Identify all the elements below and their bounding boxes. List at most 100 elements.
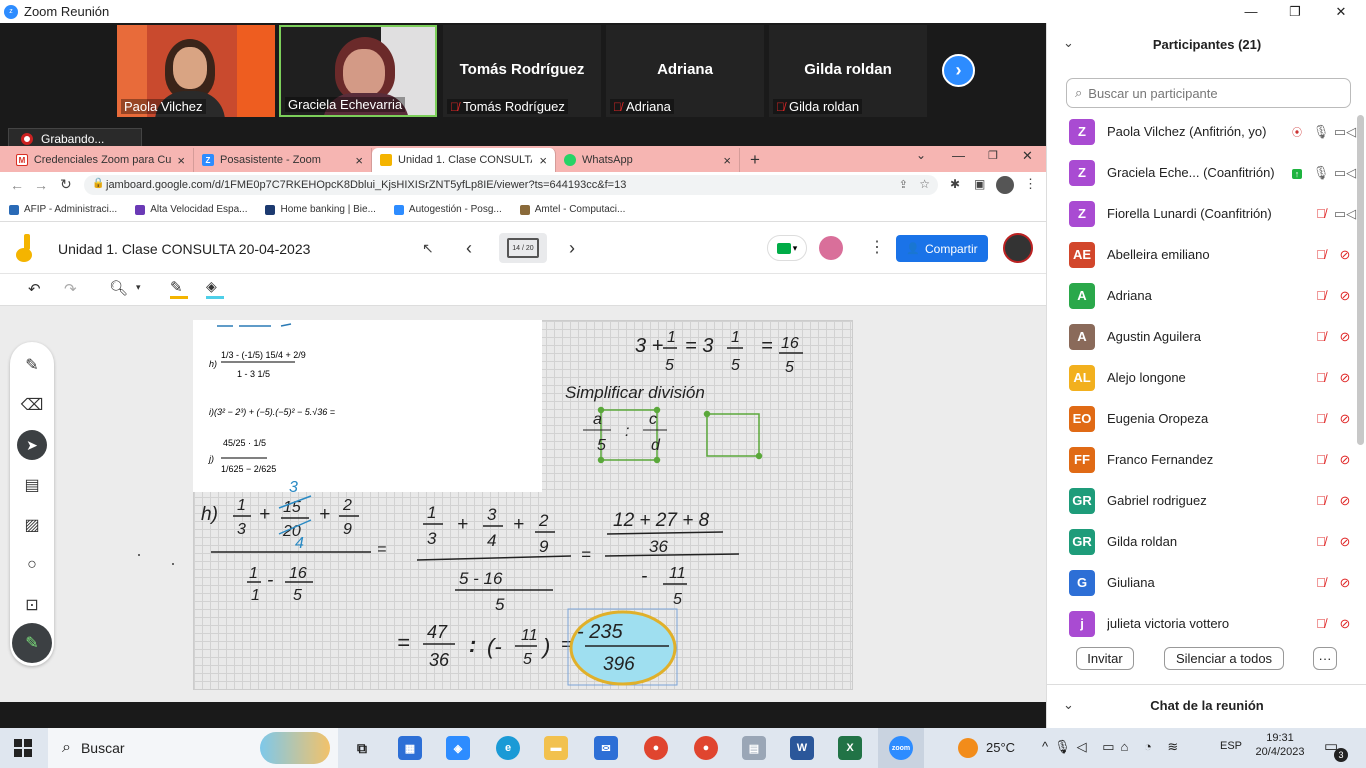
mic-muted-icon[interactable]: 🎙̸ xyxy=(1309,411,1333,426)
mic-on-icon[interactable]: 🎙 xyxy=(1309,165,1333,181)
bookmark-star-icon[interactable]: ☆ xyxy=(919,177,930,191)
more-participant-options-button[interactable]: ··· xyxy=(1313,647,1337,670)
close-tab-icon[interactable]: × xyxy=(723,153,731,168)
participant-row[interactable]: Z Paola Vilchez (Anfitrión, yo) ⦿ 🎙 ▭◁ xyxy=(1047,111,1357,152)
system-tray-icons[interactable]: ^🎙◁ ▭⌂ ◔ ≋ xyxy=(1042,739,1184,755)
participant-row[interactable]: FF Franco Fernandez 🎙̸ ⊘ xyxy=(1047,439,1357,480)
next-videos-arrow-icon[interactable]: › xyxy=(942,54,975,87)
camera-off-icon[interactable]: ⊘ xyxy=(1333,534,1357,550)
video-tile-tomas[interactable]: Tomás Rodríguez 🎙̸ Tomás Rodríguez xyxy=(443,25,601,117)
mic-muted-icon[interactable]: 🎙̸ xyxy=(1309,370,1333,385)
mic-muted-icon[interactable]: 🎙̸ xyxy=(1309,288,1333,303)
share-button[interactable]: 👤 Compartir xyxy=(896,235,988,262)
store-icon[interactable]: ▦ xyxy=(398,736,422,760)
zoom-taskbar-active[interactable]: zoom xyxy=(878,728,924,768)
fill-bucket-icon[interactable]: ◈ xyxy=(206,278,217,295)
video-tile-gilda[interactable]: Gilda roldan 🎙̸ Gilda roldan xyxy=(769,25,927,117)
task-view-icon[interactable]: ⧉ xyxy=(350,736,374,760)
new-tab-button[interactable]: + xyxy=(740,148,770,172)
collaborator-avatar[interactable] xyxy=(819,236,843,260)
minimize-button[interactable]: — xyxy=(1228,0,1274,23)
close-tab-icon[interactable]: × xyxy=(177,153,185,168)
camera-off-icon[interactable]: ⊘ xyxy=(1333,329,1357,345)
pen-tool-icon[interactable]: ✎ xyxy=(10,346,54,384)
close-window-button[interactable]: ✕ xyxy=(1318,0,1364,23)
participants-scrollbar[interactable] xyxy=(1357,115,1364,445)
frame-bar-toggle[interactable]: 14 / 20 xyxy=(499,233,547,263)
mic-muted-icon[interactable]: 🎙̸ xyxy=(1309,247,1333,262)
edge-icon[interactable]: e xyxy=(496,736,520,760)
profile-avatar[interactable] xyxy=(996,176,1014,194)
account-avatar[interactable] xyxy=(1003,233,1033,263)
meet-button[interactable]: ▾ xyxy=(767,235,807,261)
sidepanel-icon[interactable]: ▣ xyxy=(974,177,985,191)
url-field[interactable]: 🔒 jamboard.google.com/d/1FME0p7C7RKEHOpc… xyxy=(84,175,938,195)
shape-tool-icon[interactable]: ○ xyxy=(10,546,54,584)
close-tab-icon[interactable]: × xyxy=(355,153,363,168)
mic-muted-icon[interactable]: 🎙̸ xyxy=(1309,452,1333,467)
camera-off-icon[interactable]: ⊘ xyxy=(1333,452,1357,468)
video-tile-graciela[interactable]: Graciela Echevarria xyxy=(279,25,437,117)
browser-close-button[interactable]: ✕ xyxy=(1022,148,1033,164)
camera-off-icon[interactable]: ⊘ xyxy=(1333,288,1357,304)
reload-icon[interactable]: ↻ xyxy=(60,176,72,193)
chrome-profile-icon[interactable]: ● xyxy=(694,736,718,760)
windows-start-icon[interactable] xyxy=(14,739,32,757)
video-tile-adriana[interactable]: Adriana 🎙̸ Adriana xyxy=(606,25,764,117)
mail-icon[interactable]: ✉ xyxy=(594,736,618,760)
browser-menu-icon[interactable]: ⋮ xyxy=(1024,176,1037,192)
camera-on-icon[interactable]: ▭◁ xyxy=(1333,206,1357,222)
shield-app-icon[interactable]: ◈ xyxy=(446,736,470,760)
image-tool-icon[interactable]: ▨ xyxy=(10,506,54,544)
bookmark-amtel[interactable]: Amtel - Computaci... xyxy=(511,204,635,215)
mic-muted-icon[interactable]: 🎙̸ xyxy=(1309,616,1333,631)
browser-maximize-button[interactable]: ❐ xyxy=(988,149,998,162)
invite-button[interactable]: Invitar xyxy=(1076,647,1134,670)
mic-muted-icon[interactable]: 🎙̸ xyxy=(1309,206,1333,221)
zoom-icon-magnifier[interactable]: 🔍︎ xyxy=(109,279,128,297)
camera-off-icon[interactable]: ⊘ xyxy=(1333,575,1357,591)
weather-temp[interactable]: 25°C xyxy=(986,740,1015,755)
camera-off-icon[interactable]: ⊘ xyxy=(1333,247,1357,263)
mic-on-icon[interactable]: 🎙 xyxy=(1309,124,1333,140)
participant-row[interactable]: A Agustin Aguilera 🎙̸ ⊘ xyxy=(1047,316,1357,357)
tab-jamboard[interactable]: Unidad 1. Clase CONSULTA 20-0 × xyxy=(372,148,556,172)
word-icon[interactable]: W xyxy=(790,736,814,760)
extensions-puzzle-icon[interactable]: ✱ xyxy=(950,177,960,191)
next-frame-chevron-icon[interactable]: › xyxy=(569,238,575,259)
participant-row[interactable]: GR Gilda roldan 🎙̸ ⊘ xyxy=(1047,521,1357,562)
pen-color-icon[interactable]: ✎ xyxy=(170,278,183,296)
participant-row[interactable]: G Giuliana 🎙̸ ⊘ xyxy=(1047,562,1357,603)
mic-muted-icon[interactable]: 🎙̸ xyxy=(1309,493,1333,508)
mic-muted-icon[interactable]: 🎙̸ xyxy=(1309,575,1333,590)
photos-icon[interactable]: ▤ xyxy=(742,736,766,760)
browser-minimize-button[interactable]: — xyxy=(952,148,965,163)
search-participant-input[interactable]: ⌕ Buscar un participante xyxy=(1066,78,1351,108)
bookmark-afip[interactable]: AFIP - Administraci... xyxy=(0,204,126,215)
bookmark-home-banking[interactable]: Home banking | Bie... xyxy=(256,204,384,215)
jam-title[interactable]: Unidad 1. Clase CONSULTA 20-04-2023 xyxy=(58,241,310,257)
laser-tool-icon[interactable]: ✎ xyxy=(10,623,54,663)
participant-row[interactable]: AL Alejo longone 🎙̸ ⊘ xyxy=(1047,357,1357,398)
participant-row[interactable]: j julieta victoria vottero 🎙̸ ⊘ xyxy=(1047,603,1357,643)
bookmark-alta-velocidad[interactable]: Alta Velocidad Espa... xyxy=(126,204,256,215)
share-page-icon[interactable]: ⇪ xyxy=(899,178,908,191)
eraser-tool-icon[interactable]: ⌫ xyxy=(10,386,54,424)
participant-row[interactable]: EO Eugenia Oropeza 🎙̸ ⊘ xyxy=(1047,398,1357,439)
back-arrow-icon[interactable]: ← xyxy=(10,177,24,193)
participant-row[interactable]: Z Graciela Eche... (Coanfitrión) ↑ 🎙 ▭◁ xyxy=(1047,152,1357,193)
participant-row[interactable]: A Adriana 🎙̸ ⊘ xyxy=(1047,275,1357,316)
redo-icon[interactable]: ↷ xyxy=(64,280,77,298)
forward-arrow-icon[interactable]: → xyxy=(34,177,48,193)
tab-posasistente[interactable]: Z Posasistente - Zoom × xyxy=(194,148,372,172)
bookmark-autogestion[interactable]: Autogestión - Posg... xyxy=(385,204,511,215)
participant-row[interactable]: Z Fiorella Lunardi (Coanfitrión) 🎙̸ ▭◁ xyxy=(1047,193,1357,234)
keyboard-language[interactable]: ESP xyxy=(1220,740,1242,752)
mute-all-button[interactable]: Silenciar a todos xyxy=(1164,647,1284,670)
chat-header[interactable]: Chat de la reunión xyxy=(1047,698,1366,713)
clock[interactable]: 19:31 20/4/2023 xyxy=(1255,732,1305,758)
select-tool-icon[interactable]: ➤ xyxy=(10,426,54,464)
undo-icon[interactable]: ↶ xyxy=(28,280,41,298)
tab-search-chevron-icon[interactable]: ⌄ xyxy=(916,148,926,162)
excel-icon[interactable]: X xyxy=(838,736,862,760)
